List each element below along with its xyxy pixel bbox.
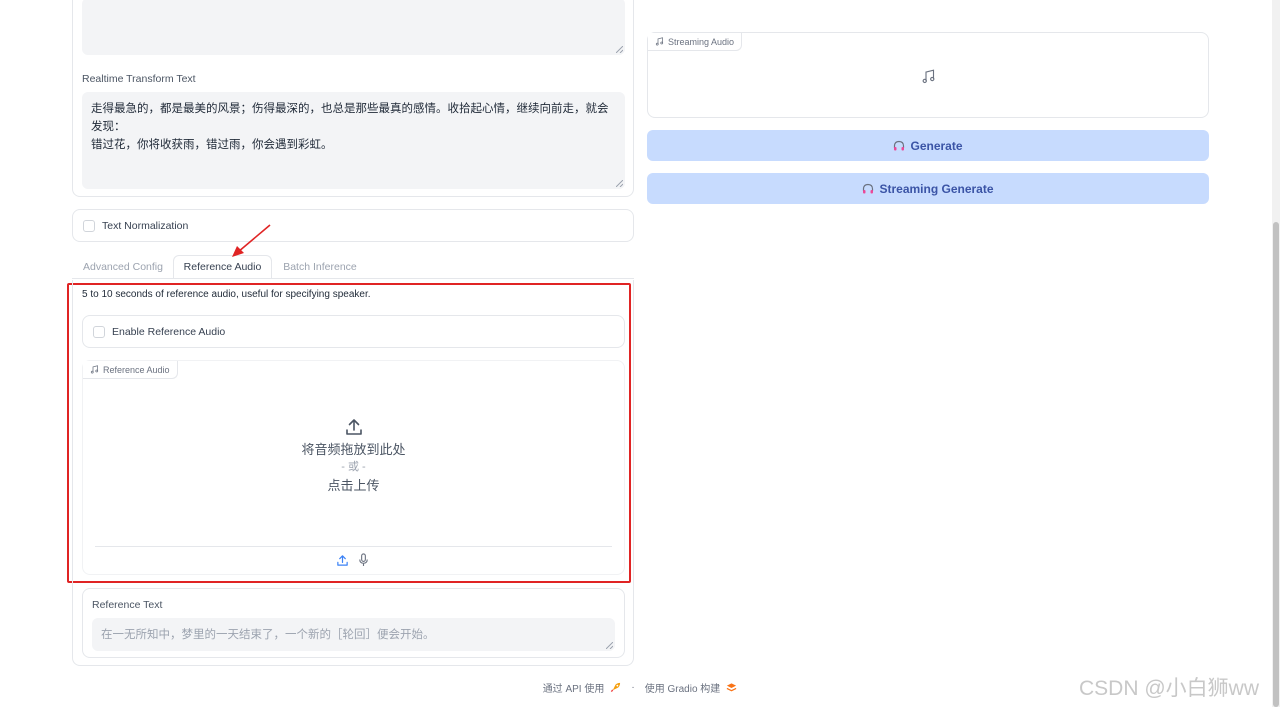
realtime-transform-line2: 错过花，你将收获雨，错过雨，你会遇到彩虹。 — [91, 139, 333, 151]
tab-container-border — [72, 280, 634, 666]
streaming-generate-button[interactable]: Streaming Generate — [647, 173, 1209, 204]
headphones-icon — [894, 140, 905, 150]
tab-batch-inference[interactable]: Batch Inference — [276, 255, 364, 279]
music-note-icon — [922, 69, 935, 84]
headphones-icon — [863, 183, 874, 193]
generate-button-label: Generate — [910, 138, 963, 153]
text-normalization-panel: Text Normalization — [72, 209, 634, 242]
resize-handle-icon[interactable] — [616, 46, 623, 53]
tab-advanced-config[interactable]: Advanced Config — [77, 255, 169, 279]
music-note-icon — [655, 37, 664, 46]
arrow-annotation-icon — [232, 224, 271, 257]
text-normalization-label: Text Normalization — [102, 220, 189, 232]
scrollbar-track[interactable] — [1272, 0, 1280, 707]
footer-api-link[interactable]: 通过 API 使用 — [543, 680, 605, 695]
generate-button[interactable]: Generate — [647, 130, 1209, 161]
streaming-audio-panel: Streaming Audio — [647, 32, 1209, 118]
realtime-transform-textarea[interactable]: 走得最急的，都是最美的风景；伤得最深的，也总是那些最真的感情。收拾起心情，继续向… — [82, 92, 625, 189]
streaming-audio-tag-label: Streaming Audio — [668, 36, 735, 47]
realtime-transform-label: Realtime Transform Text — [82, 73, 196, 85]
watermark: CSDN @小白狮ww — [1079, 677, 1259, 700]
gradio-logo-icon — [726, 683, 737, 692]
scrollbar-thumb[interactable] — [1273, 222, 1279, 707]
resize-handle-icon[interactable] — [616, 180, 623, 187]
input-text-area[interactable] — [82, 0, 625, 55]
streaming-generate-button-label: Streaming Generate — [879, 181, 994, 196]
realtime-transform-line1: 走得最急的，都是最美的风景；伤得最深的，也总是那些最真的感情。收拾起心情，继续向… — [91, 103, 609, 133]
tab-divider — [72, 278, 634, 279]
footer-gradio-link[interactable]: 使用 Gradio 构建 — [645, 680, 721, 695]
rocket-icon — [611, 682, 621, 693]
streaming-audio-tag: Streaming Audio — [648, 33, 743, 51]
footer-separator: · — [631, 682, 635, 693]
text-normalization-checkbox[interactable] — [83, 220, 95, 232]
